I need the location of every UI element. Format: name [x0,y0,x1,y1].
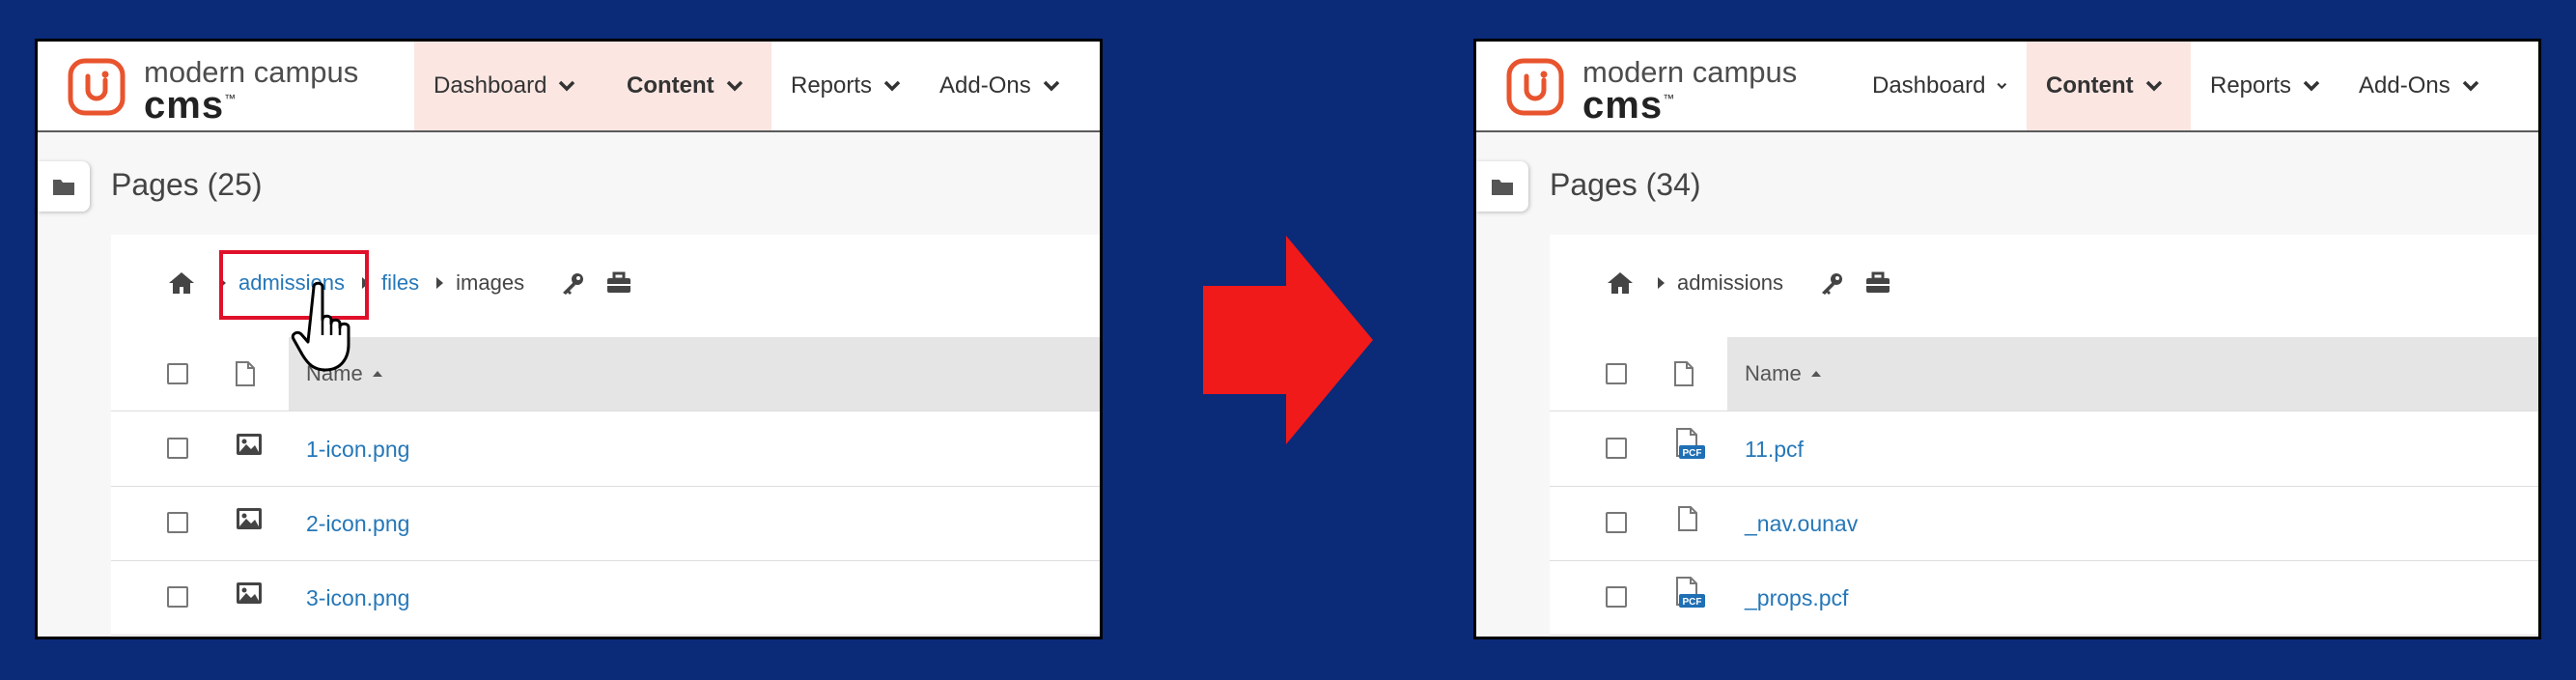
image-icon [237,434,262,455]
select-all-checkbox[interactable] [1606,363,1627,384]
nav-reports[interactable]: Reports [771,42,920,130]
row-checkbox[interactable] [1606,438,1627,459]
row-checkbox[interactable] [167,438,188,459]
key-icon[interactable] [1818,270,1845,296]
nav-addons-label: Add-Ons [2359,72,2450,99]
home-icon[interactable] [167,270,196,296]
chevron-down-icon [2303,80,2320,92]
file-type-column-icon [1674,361,1694,386]
nav-reports[interactable]: Reports [2191,42,2339,130]
breadcrumb-images: images [456,270,525,295]
nav-dashboard[interactable]: Dashboard [1853,42,2027,130]
nav-addons[interactable]: Add-Ons [920,42,1079,130]
nav-content-label: Content [627,72,714,99]
pcf-file-icon: PCF [1676,577,1705,608]
table-row[interactable]: 1-icon.png [111,411,1100,487]
file-type-column-icon [236,361,255,386]
row-checkbox[interactable] [167,512,188,533]
after-screenshot-panel: modern campus cms™ Dashboard Content Rep… [1473,39,2541,639]
key-icon[interactable] [559,270,586,296]
nav-addons-label: Add-Ons [939,72,1031,99]
breadcrumb-files[interactable]: files [381,270,419,296]
image-icon [237,508,262,529]
chevron-down-icon [883,80,901,92]
folder-tree-toggle[interactable] [38,161,90,212]
caret-right-icon [434,276,444,290]
sort-ascending-icon [1810,371,1821,377]
name-column-header[interactable]: Name [1727,337,2538,411]
folder-icon [53,180,74,195]
folder-icon [1492,180,1513,195]
select-all-checkbox[interactable] [167,363,188,384]
nav-dashboard-label: Dashboard [434,72,547,99]
file-browser: admissions Name PCF 11.pcf _nav.ounav PC… [1550,235,2538,637]
image-icon [237,582,262,604]
svg-text:PCF: PCF [1683,448,1702,459]
chevron-down-icon [1997,82,2007,90]
file-name-link[interactable]: 2-icon.png [306,511,409,537]
table-row[interactable]: _nav.ounav [1550,486,2538,561]
nav-content-label: Content [2046,72,2134,99]
nav-addons[interactable]: Add-Ons [2339,42,2499,130]
caret-right-icon [1656,276,1666,290]
table-header: Name [1550,337,2538,411]
table-row[interactable]: PCF _props.pcf [1550,560,2538,636]
logo-mark-icon [68,58,126,116]
file-name-link[interactable]: 3-icon.png [306,585,409,611]
home-icon[interactable] [1606,270,1635,296]
logo-mark-icon [1506,58,1564,116]
nav-dashboard-label: Dashboard [1872,72,1986,99]
page-title: Pages (25) [111,167,263,202]
table-row[interactable]: PCF 11.pcf [1550,411,2538,487]
nav-reports-label: Reports [2210,72,2292,99]
folder-tree-toggle[interactable] [1476,161,1528,212]
table-row[interactable]: 3-icon.png [111,560,1100,636]
nav-content[interactable]: Content [607,42,771,130]
file-name-link[interactable]: _nav.ounav [1745,511,1858,537]
main-nav: Dashboard Content Reports Add-Ons [414,42,1079,130]
nav-content[interactable]: Content [2027,42,2191,130]
breadcrumb-admissions: admissions [1677,270,1784,295]
file-name-link[interactable]: _props.pcf [1745,585,1848,611]
nav-dashboard[interactable]: Dashboard [414,42,607,130]
chevron-down-icon [2145,80,2162,92]
page-title: Pages (34) [1550,167,1701,202]
before-screenshot-panel: modern campus cms™ Dashboard Content Rep… [35,39,1103,639]
row-checkbox[interactable] [1606,512,1627,533]
logo-text-bottom: cms™ [1582,84,1676,127]
row-checkbox[interactable] [167,586,188,608]
sort-ascending-icon [372,371,382,377]
file-name-link[interactable]: 11.pcf [1745,437,1804,463]
top-navigation-bar: modern campus cms™ Dashboard Content Rep… [1476,42,2538,132]
name-column-header[interactable]: Name [289,337,1100,411]
chevron-down-icon [559,80,575,92]
transition-arrow-icon [1203,236,1373,444]
table-row[interactable]: 2-icon.png [111,486,1100,561]
name-column-label: Name [1745,361,1802,385]
chevron-down-icon [1043,80,1060,92]
file-name-link[interactable]: 1-icon.png [306,437,409,463]
toolbox-icon[interactable] [1864,271,1891,295]
toolbox-icon[interactable] [605,271,632,295]
chevron-down-icon [2462,80,2479,92]
pointing-hand-cursor-icon [291,281,350,372]
pcf-file-icon: PCF [1676,428,1705,459]
svg-text:PCF: PCF [1683,597,1702,608]
file-icon [1678,506,1697,531]
logo-text-bottom: cms™ [144,84,238,127]
main-nav: Dashboard Content Reports Add-Ons [1853,42,2499,130]
nav-reports-label: Reports [791,72,873,99]
top-navigation-bar: modern campus cms™ Dashboard Content Rep… [38,42,1100,132]
row-checkbox[interactable] [1606,586,1627,608]
breadcrumb: admissions [1606,254,1891,312]
table-header: Name [111,337,1100,411]
chevron-down-icon [726,80,742,92]
